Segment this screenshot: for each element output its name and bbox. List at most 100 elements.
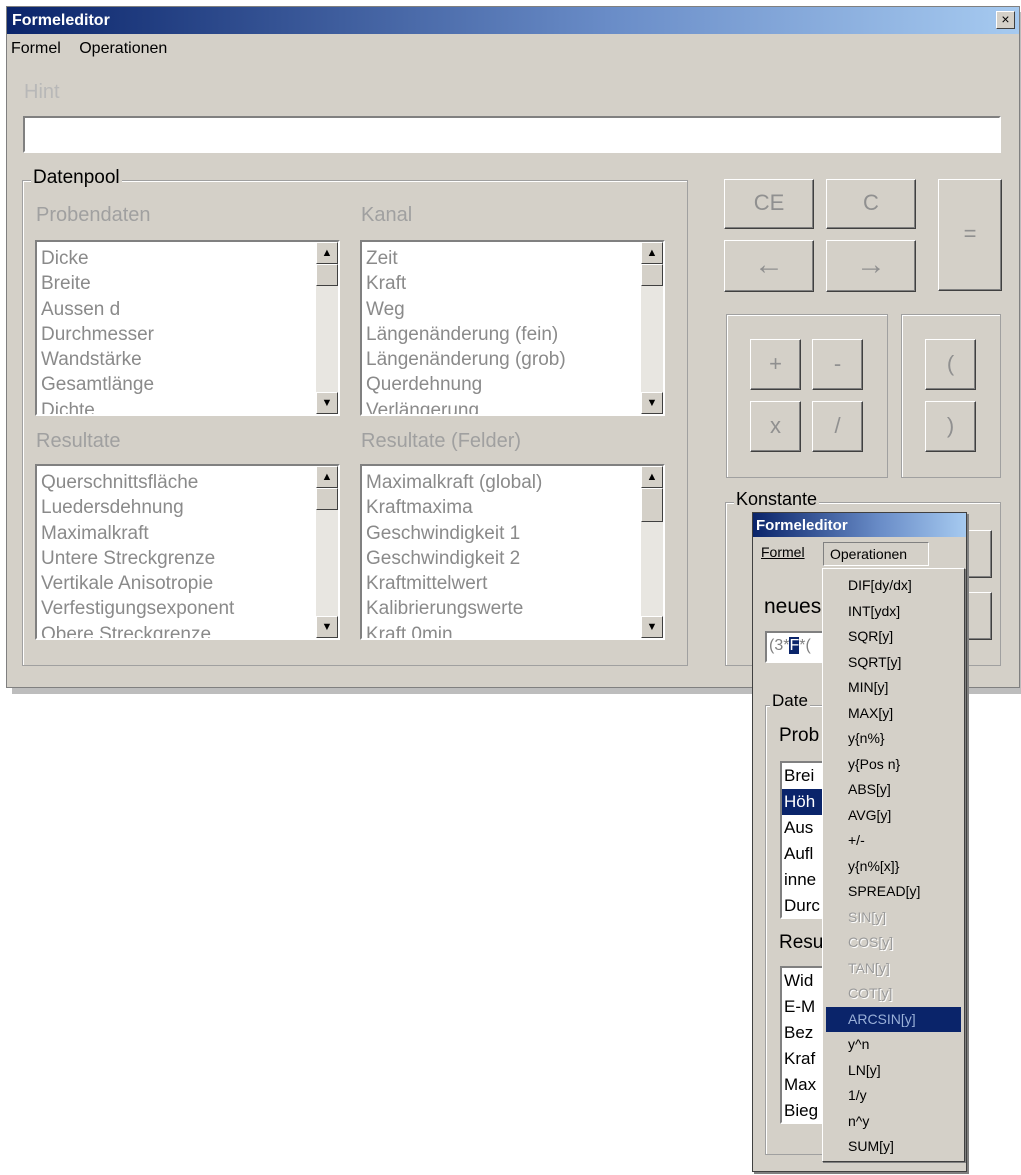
list-item[interactable]: Verlängerung <box>366 398 641 414</box>
list-item[interactable]: Kalibrierungswerte <box>366 596 641 621</box>
ce-button[interactable]: CE <box>724 179 814 229</box>
hint-field[interactable] <box>23 116 1001 153</box>
overlay-title-bar[interactable]: Formeleditor <box>753 513 966 537</box>
menu-item[interactable]: DIF[dy/dx] <box>826 573 961 599</box>
list-item[interactable]: Wandstärke <box>41 347 316 372</box>
scroll-down-icon[interactable]: ▼ <box>316 616 338 638</box>
minus-button[interactable]: - <box>812 339 863 390</box>
list-item[interactable]: Längenänderung (fein) <box>366 322 641 347</box>
list-item[interactable]: Maximalkraft (global) <box>366 470 641 495</box>
menu-item[interactable]: AVG[y] <box>826 803 961 829</box>
multiply-button[interactable]: x <box>750 401 801 452</box>
list-item[interactable]: Obere Streckgrenze <box>41 622 316 638</box>
resultate-list[interactable]: Querschnittsfläche Luedersdehnung Maximalk… <box>35 464 340 640</box>
menu-item[interactable]: SPREAD[y] <box>826 879 961 905</box>
resultate-felder-list[interactable]: Maximalkraft (global) Kraftmaxima Geschwin… <box>360 464 665 640</box>
scroll-thumb[interactable] <box>316 264 338 286</box>
neues-label: neues <box>764 595 822 618</box>
menu-operationen[interactable]: Operationen <box>79 40 167 57</box>
list-item[interactable]: Weg <box>366 297 641 322</box>
scrollbar[interactable]: ▲ ▼ <box>641 242 663 414</box>
overlay-menu-formel[interactable]: Formel <box>761 544 805 560</box>
overlay-datenpool-title: Date <box>770 691 810 711</box>
probendaten-list[interactable]: Dicke Breite Aussen d Durchmesser Wandstärke… <box>35 240 340 416</box>
list-item[interactable]: Kraft <box>366 271 641 296</box>
scroll-down-icon[interactable]: ▼ <box>641 392 663 414</box>
kanal-label: Kanal <box>361 204 413 226</box>
list-item[interactable]: Gesamtlänge <box>41 372 316 397</box>
scroll-thumb[interactable] <box>316 488 338 510</box>
scroll-up-icon[interactable]: ▲ <box>316 242 338 264</box>
equals-button[interactable]: = <box>938 179 1002 291</box>
scrollbar[interactable]: ▲ ▼ <box>316 466 338 638</box>
list-item[interactable]: Geschwindigkeit 1 <box>366 521 641 546</box>
plus-button[interactable]: + <box>750 339 801 390</box>
scroll-down-icon[interactable]: ▼ <box>316 392 338 414</box>
divide-button[interactable]: / <box>812 401 863 452</box>
menu-item[interactable]: y^n <box>826 1032 961 1058</box>
open-paren-button[interactable]: ( <box>925 339 976 390</box>
list-item[interactable]: Aussen d <box>41 297 316 322</box>
menu-item[interactable]: COT[y] <box>826 981 961 1007</box>
close-paren-button[interactable]: ) <box>925 401 976 452</box>
kanal-list[interactable]: Zeit Kraft Weg Längenänderung (fein) Längenä… <box>360 240 665 416</box>
cursor-right-button[interactable]: → <box>826 240 916 292</box>
list-item[interactable]: Maximalkraft <box>41 521 316 546</box>
list-item[interactable]: Durchmesser <box>41 322 316 347</box>
operationen-dropdown-menu: DIF[dy/dx] INT[ydx] SQR[y] SQRT[y] MIN[y] MAX… <box>822 568 965 1162</box>
menu-item[interactable]: SIN[y] <box>826 905 961 931</box>
list-item[interactable]: Vertikale Anisotropie <box>41 571 316 596</box>
menu-item[interactable]: y{n%[x]} <box>826 854 961 880</box>
menu-item[interactable]: MAX[y] <box>826 701 961 727</box>
menu-item[interactable]: 1/y <box>826 1083 961 1109</box>
list-item[interactable]: Luedersdehnung <box>41 495 316 520</box>
scroll-up-icon[interactable]: ▲ <box>641 242 663 264</box>
list-item[interactable]: Dicke <box>41 246 316 271</box>
list-item[interactable]: Querdehnung <box>366 372 641 397</box>
menu-item[interactable]: LN[y] <box>826 1058 961 1084</box>
menu-item[interactable]: y{Pos n} <box>826 752 961 778</box>
list-item[interactable]: Untere Streckgrenze <box>41 546 316 571</box>
scroll-down-icon[interactable]: ▼ <box>641 616 663 638</box>
close-icon[interactable]: × <box>996 11 1015 29</box>
menu-item[interactable]: SUM[y] <box>826 1134 961 1160</box>
menu-item[interactable]: TAN[y] <box>826 956 961 982</box>
list-item[interactable]: Längenänderung (grob) <box>366 347 641 372</box>
list-item[interactable]: Zeit <box>366 246 641 271</box>
c-button[interactable]: C <box>826 179 916 229</box>
menu-item[interactable]: SQRT[y] <box>826 650 961 676</box>
list-item[interactable]: Dichte <box>41 398 316 414</box>
list-item[interactable]: Querschnittsfläche <box>41 470 316 495</box>
resultate-label: Resultate <box>36 430 121 452</box>
formula-prefix: (3* <box>769 637 790 654</box>
menu-formel[interactable]: Formel <box>11 40 61 57</box>
overlay-prob-label: Prob <box>779 725 820 746</box>
menu-item[interactable]: +/- <box>826 828 961 854</box>
cursor-left-button[interactable]: ← <box>724 240 814 292</box>
menu-item[interactable]: COS[y] <box>826 930 961 956</box>
menu-item[interactable]: y{n%} <box>826 726 961 752</box>
overlay-menu-operationen[interactable]: Operationen <box>823 542 929 566</box>
overlay-menu-formel-label: Formel <box>761 544 805 560</box>
scroll-up-icon[interactable]: ▲ <box>316 466 338 488</box>
menu-item[interactable]: ABS[y] <box>826 777 961 803</box>
scrollbar[interactable]: ▲ ▼ <box>316 242 338 414</box>
menu-item[interactable]: MIN[y] <box>826 675 961 701</box>
scrollbar[interactable]: ▲ ▼ <box>641 466 663 638</box>
scroll-up-icon[interactable]: ▲ <box>641 466 663 488</box>
formula-suffix: *( <box>799 637 811 654</box>
title-bar[interactable]: Formeleditor × <box>7 7 1019 34</box>
list-item[interactable]: Breite <box>41 271 316 296</box>
menu-item[interactable]: ARCSIN[y] <box>826 1006 961 1032</box>
menu-item[interactable]: SQR[y] <box>826 624 961 650</box>
list-item[interactable]: Kraft 0min <box>366 622 641 638</box>
list-item[interactable]: Kraftmittelwert <box>366 571 641 596</box>
list-item[interactable]: Verfestigungsexponent <box>41 596 316 621</box>
scroll-thumb[interactable] <box>641 488 663 522</box>
menu-item[interactable]: INT[ydx] <box>826 599 961 625</box>
list-item[interactable]: Geschwindigkeit 2 <box>366 546 641 571</box>
scroll-thumb[interactable] <box>641 264 663 286</box>
window-title: Formeleditor <box>12 12 110 29</box>
list-item[interactable]: Kraftmaxima <box>366 495 641 520</box>
menu-item[interactable]: n^y <box>826 1109 961 1135</box>
